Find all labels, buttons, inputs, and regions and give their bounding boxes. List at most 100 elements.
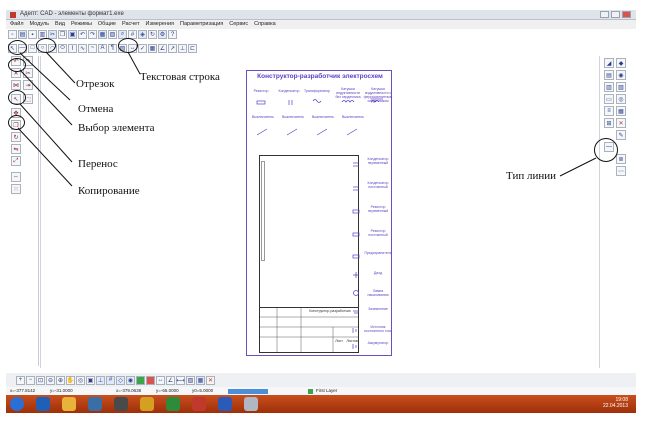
window-title: Адепт: CAD - элементы формат1.exe	[20, 11, 124, 17]
paragraph-icon[interactable]: ¶	[108, 43, 117, 53]
axis-icon[interactable]: ⊥	[178, 43, 187, 53]
menu-item-general[interactable]: Общие	[98, 20, 116, 29]
layer-on-icon[interactable]	[136, 375, 145, 385]
layers-icon[interactable]: ▦	[98, 30, 107, 39]
select-all-icon[interactable]: ▦	[196, 375, 205, 385]
curve-icon[interactable]: ~	[88, 43, 97, 53]
frame-tool-icon[interactable]: ▭	[604, 94, 614, 104]
properties-icon[interactable]: ▧	[108, 30, 117, 39]
mirror-tool-icon[interactable]: ⇋	[11, 144, 21, 154]
menu-item-module[interactable]: Модуль	[30, 20, 50, 29]
spline-icon[interactable]: ∿	[78, 43, 87, 53]
zoom-out-icon[interactable]: −	[26, 375, 35, 385]
coord-y: y=-31.0000	[50, 388, 73, 393]
taskbar-word-icon[interactable]	[218, 397, 232, 411]
taskbar-cad-icon[interactable]	[244, 397, 258, 411]
taskbar-ie-icon[interactable]	[36, 397, 50, 411]
redo-icon[interactable]: ↷	[88, 30, 97, 39]
menu-item-param[interactable]: Параметризация	[180, 20, 223, 29]
scale-tool-icon[interactable]: ⤢	[11, 156, 21, 166]
line-weight-icon[interactable]: ≣	[616, 154, 626, 164]
paste-icon[interactable]: ▣	[68, 30, 77, 39]
rotate-tool-icon[interactable]: ↻	[11, 132, 21, 142]
zoom-prev-icon[interactable]: ⊖	[46, 375, 55, 385]
menu-item-help[interactable]: Справка	[254, 20, 276, 29]
delete-tool-icon[interactable]: ✕	[616, 118, 626, 128]
style-tool-icon[interactable]: ▥	[604, 82, 614, 92]
pattern-tool-icon[interactable]: ▦	[616, 106, 626, 116]
array-tool-icon[interactable]: ⁙	[11, 184, 21, 194]
menu-item-modes[interactable]: Режимы	[71, 20, 92, 29]
settings-icon[interactable]: ⚙	[158, 30, 167, 39]
symbol-tool-icon[interactable]: ◎	[616, 94, 626, 104]
zoom-in-icon[interactable]: +	[16, 375, 25, 385]
layer-tool-icon[interactable]: ▤	[604, 70, 614, 80]
snap-point-icon[interactable]: ◇	[116, 375, 125, 385]
break-tool-icon[interactable]: ⋈	[11, 80, 21, 90]
menu-item-measure[interactable]: Измерения	[146, 20, 175, 29]
ortho-icon[interactable]: ⊥	[96, 375, 105, 385]
menu-bar: Файл Модуль Вид Режимы Общие Расчет Изме…	[6, 20, 636, 29]
taskbar-app3-icon[interactable]	[166, 397, 180, 411]
callout-circle	[8, 115, 25, 130]
trim-tool-icon[interactable]: ✂	[23, 68, 33, 78]
coord-y2: y=-65.0000	[156, 388, 179, 393]
copy-icon[interactable]: ❐	[58, 30, 67, 39]
layer-off-icon[interactable]	[146, 375, 155, 385]
palette-tool-icon[interactable]: ◉	[616, 70, 626, 80]
clear-icon[interactable]: ✕	[206, 375, 215, 385]
group-tool-icon[interactable]: ⊞	[604, 118, 614, 128]
stretch-tool-icon[interactable]: ⇔	[11, 172, 21, 182]
polyline-icon[interactable]: ⌇	[68, 43, 77, 53]
text-line-icon[interactable]: A	[98, 43, 107, 53]
undo-icon[interactable]: ↶	[78, 30, 87, 39]
taskbar-explorer-icon[interactable]	[62, 397, 76, 411]
taskbar-app2-icon[interactable]	[140, 397, 154, 411]
angle-icon[interactable]: ∠	[166, 375, 175, 385]
leader-icon[interactable]: ↗	[168, 43, 177, 53]
coord-x: x=-377.8142	[10, 388, 36, 393]
right-tool-palette: ◢ ◆ ▤ ◉ ▥ ▧ ▭ ◎ ≡ ▦ ⊞ ✕ ✎ — ≣ ⋯	[602, 56, 630, 186]
close-button[interactable]	[622, 11, 631, 18]
check-icon[interactable]: ✓	[138, 43, 147, 53]
snap-center-icon[interactable]: ◉	[126, 375, 135, 385]
sheet-graphics	[256, 98, 383, 353]
minimize-button[interactable]	[600, 11, 609, 18]
zoom-all-icon[interactable]: ⊡	[36, 375, 45, 385]
area-icon[interactable]: ▨	[186, 375, 195, 385]
line-style-icon[interactable]: ⋯	[616, 166, 626, 176]
block-icon[interactable]: ⊏	[188, 43, 197, 53]
menu-item-service[interactable]: Сервис	[229, 20, 248, 29]
extend-tool-icon[interactable]: ⇥	[23, 80, 33, 90]
zoom-window-icon[interactable]: ⊕	[56, 375, 65, 385]
distance-icon[interactable]: ⟷	[176, 375, 185, 385]
start-button[interactable]	[10, 397, 24, 411]
fill-tool-icon[interactable]: ◆	[616, 58, 626, 68]
color-tool-icon[interactable]: ◢	[604, 58, 614, 68]
snap-icon[interactable]: ◈	[138, 30, 147, 39]
progress-bar	[228, 389, 268, 394]
open-file-icon[interactable]: ▤	[18, 30, 27, 39]
taskbar-app-icon[interactable]	[114, 397, 128, 411]
menu-item-file[interactable]: Файл	[10, 20, 24, 29]
save-icon[interactable]: ▪	[28, 30, 37, 39]
pen-tool-icon[interactable]: ✎	[616, 130, 626, 140]
measure-icon[interactable]: ↔	[156, 375, 165, 385]
shade-tool-icon[interactable]: ▧	[616, 82, 626, 92]
new-file-icon[interactable]: ▫	[8, 30, 17, 39]
ellipse-icon[interactable]: ⬭	[58, 43, 67, 53]
table-icon[interactable]: ▦	[148, 43, 157, 53]
pan-icon[interactable]: ✋	[66, 375, 75, 385]
taskbar-media-icon[interactable]	[88, 397, 102, 411]
view-icon[interactable]: ▣	[86, 375, 95, 385]
redraw-icon[interactable]: ↻	[148, 30, 157, 39]
help-icon[interactable]: ?	[168, 30, 177, 39]
maximize-button[interactable]	[611, 11, 620, 18]
orbit-icon[interactable]: ◎	[76, 375, 85, 385]
menu-item-calc[interactable]: Расчет	[122, 20, 140, 29]
attribute-tool-icon[interactable]: ≡	[604, 106, 614, 116]
taskbar-pdf-icon[interactable]	[192, 397, 206, 411]
angle-dimension-icon[interactable]: ∠	[158, 43, 167, 53]
menu-item-view[interactable]: Вид	[55, 20, 65, 29]
snap-grid-icon[interactable]: #	[106, 375, 115, 385]
